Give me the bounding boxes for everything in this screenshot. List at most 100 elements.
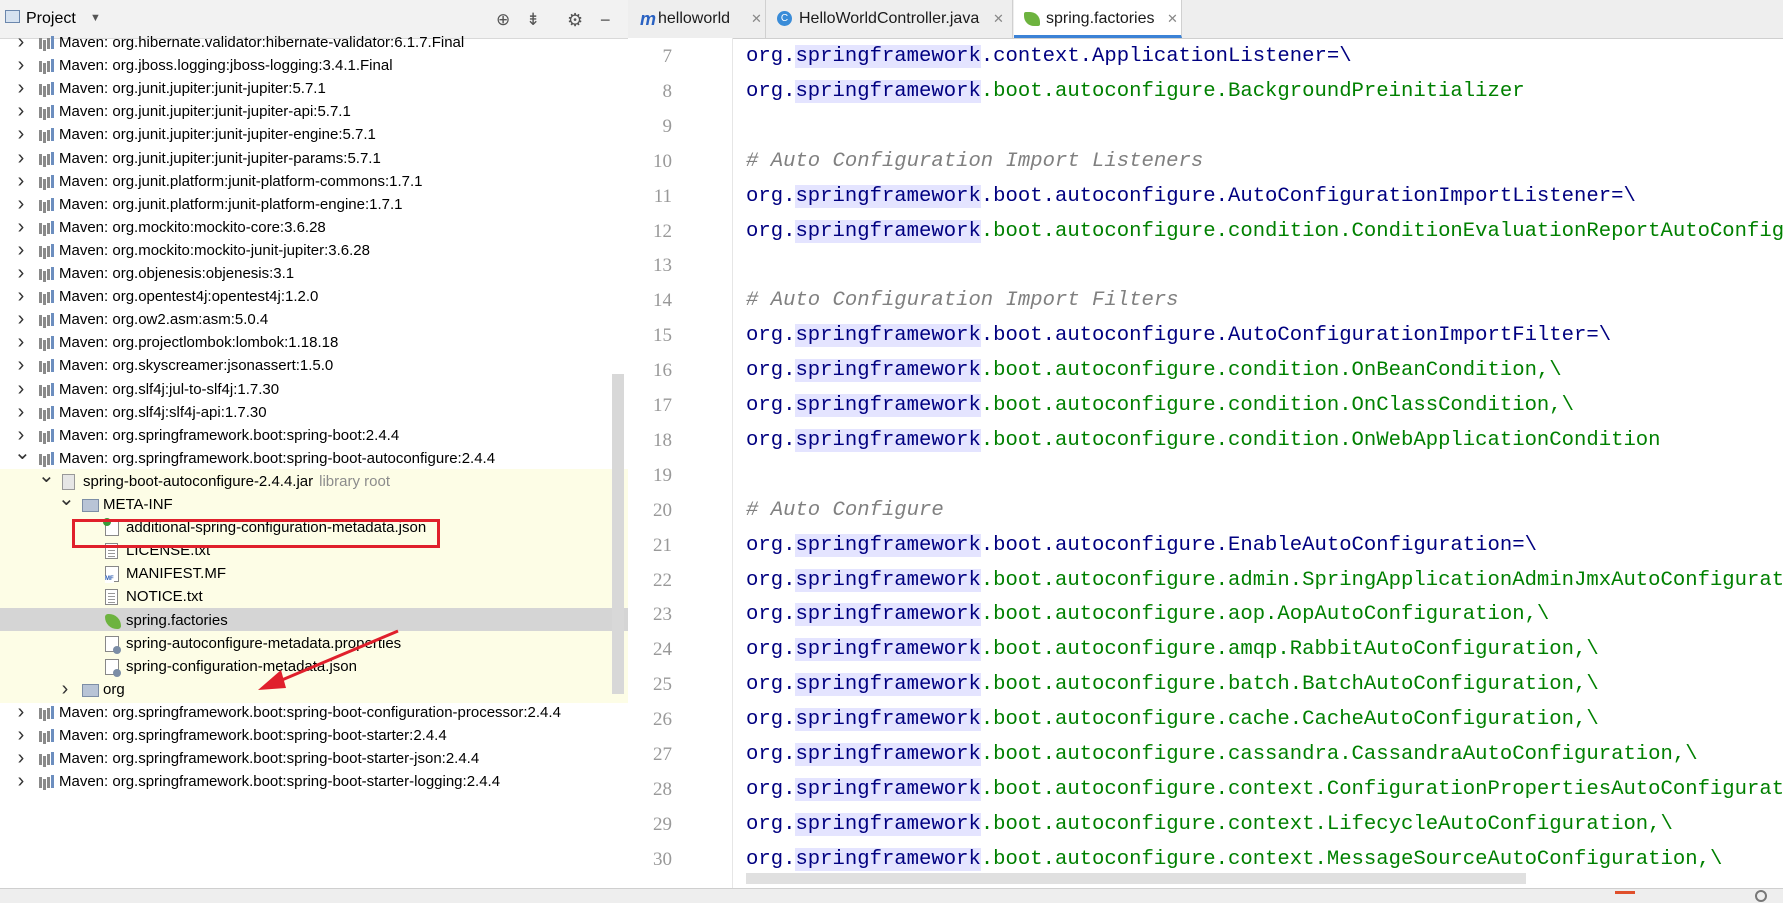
- code-editor[interactable]: org.springframework.context.ApplicationL…: [746, 38, 1783, 888]
- tree-item[interactable]: › org: [0, 676, 628, 703]
- tree-item[interactable]: › Maven: org.junit.platform:junit-platfor…: [0, 169, 628, 195]
- tree-item[interactable]: spring.factories: [0, 607, 628, 634]
- chevron-right-icon[interactable]: ›: [14, 98, 28, 124]
- chevron-right-icon[interactable]: ›: [14, 260, 28, 286]
- chevron-right-icon[interactable]: ›: [14, 352, 28, 378]
- tab-spring-factories[interactable]: spring.factories ✕: [1014, 0, 1182, 38]
- minimize-icon[interactable]: −: [600, 10, 611, 31]
- line-number: 24: [653, 639, 672, 661]
- tree-item[interactable]: › Maven: org.slf4j:slf4j-api:1.7.30: [0, 400, 628, 426]
- tree-item[interactable]: › Maven: org.ow2.asm:asm:5.0.4: [0, 307, 628, 333]
- tab-helloworldcontroller[interactable]: C HelloWorldController.java ✕: [767, 0, 1013, 38]
- locate-target-icon[interactable]: ⊕: [496, 10, 510, 30]
- tree-item[interactable]: › Maven: org.junit.jupiter:junit-jupiter:…: [0, 76, 628, 102]
- chevron-right-icon[interactable]: ›: [14, 376, 28, 402]
- tree-item[interactable]: › Maven: org.mockito:mockito-core:3.6.28: [0, 215, 628, 241]
- code-line[interactable]: org.springframework.boot.autoconfigure.c…: [746, 214, 1783, 249]
- tree-item[interactable]: › Maven: org.junit.jupiter:junit-jupiter-…: [0, 146, 628, 172]
- code-line[interactable]: org.springframework.boot.autoconfigure.c…: [746, 842, 1722, 877]
- tree-item[interactable]: › Maven: org.springframework.boot:spring-…: [0, 423, 628, 449]
- tree-item[interactable]: › Maven: org.slf4j:jul-to-slf4j:1.7.30: [0, 377, 628, 403]
- collapse-all-icon[interactable]: ⇟: [526, 10, 540, 30]
- tree-item[interactable]: › Maven: org.hibernate.validator:hibernat…: [0, 30, 628, 56]
- chevron-right-icon[interactable]: ›: [14, 399, 28, 425]
- tree-item[interactable]: › Maven: org.projectlombok:lombok:1.18.18: [0, 330, 628, 356]
- status-circle-icon[interactable]: [1755, 890, 1767, 902]
- tree-item[interactable]: spring-configuration-metadata.json: [0, 653, 628, 680]
- code-line[interactable]: # Auto Configuration Import Listeners: [746, 144, 1203, 179]
- tree-item[interactable]: MANIFEST.MF: [0, 561, 628, 588]
- tree-item[interactable]: › Maven: org.junit.jupiter:junit-jupiter-…: [0, 122, 628, 148]
- chevron-down-icon[interactable]: ⌄: [38, 463, 55, 489]
- tree-item[interactable]: › Maven: org.junit.platform:junit-platfor…: [0, 192, 628, 218]
- chevron-right-icon[interactable]: ›: [14, 145, 28, 171]
- chevron-right-icon[interactable]: ›: [14, 75, 28, 101]
- chevron-down-icon[interactable]: ⌄: [58, 486, 75, 512]
- tree-item[interactable]: ⌄ META-INF: [0, 488, 628, 518]
- chevron-right-icon[interactable]: ›: [14, 168, 28, 194]
- code-token-highlighted: springframework: [795, 394, 981, 417]
- tree-item[interactable]: › Maven: org.skyscreamer:jsonassert:1.5.0: [0, 353, 628, 379]
- tree-item[interactable]: › Maven: org.objenesis:objenesis:3.1: [0, 261, 628, 287]
- tree-item[interactable]: spring-autoconfigure-metadata.properties: [0, 630, 628, 657]
- tree-item[interactable]: › Maven: org.springframework.boot:spring-…: [0, 769, 628, 795]
- tree-item[interactable]: › Maven: org.mockito:mockito-junit-jupite…: [0, 238, 628, 264]
- code-line[interactable]: org.springframework.boot.autoconfigure.A…: [746, 179, 1636, 214]
- tree-item[interactable]: › Maven: org.springframework.boot:spring-…: [0, 700, 628, 726]
- code-line[interactable]: org.springframework.context.ApplicationL…: [746, 39, 1352, 74]
- close-icon[interactable]: ✕: [751, 0, 762, 38]
- project-view-selector[interactable]: Project: [26, 10, 76, 28]
- tree-item[interactable]: › Maven: org.springframework.boot:spring-…: [0, 723, 628, 749]
- tree-item[interactable]: › Maven: org.junit.jupiter:junit-jupiter-…: [0, 99, 628, 125]
- editor-horizontal-scrollbar[interactable]: [746, 873, 1526, 884]
- tree-scrollbar[interactable]: [612, 374, 624, 694]
- code-line[interactable]: org.springframework.boot.autoconfigure.b…: [746, 667, 1599, 702]
- tree-item[interactable]: ⌄ Maven: org.springframework.boot:spring-…: [0, 442, 628, 472]
- gear-icon[interactable]: ⚙: [567, 10, 583, 31]
- chevron-right-icon[interactable]: ›: [14, 52, 28, 78]
- code-line[interactable]: org.springframework.boot.autoconfigure.B…: [746, 74, 1525, 109]
- code-line[interactable]: org.springframework.boot.autoconfigure.E…: [746, 528, 1537, 563]
- chevron-down-icon[interactable]: ⌄: [14, 440, 31, 466]
- chevron-right-icon[interactable]: ›: [58, 676, 72, 702]
- code-line[interactable]: org.springframework.boot.autoconfigure.c…: [746, 772, 1783, 807]
- code-token: org.: [746, 428, 796, 452]
- chevron-right-icon[interactable]: ›: [14, 329, 28, 355]
- chevron-right-icon[interactable]: ›: [14, 699, 28, 725]
- code-line[interactable]: org.springframework.boot.autoconfigure.c…: [746, 353, 1562, 388]
- close-icon[interactable]: ✕: [993, 0, 1004, 38]
- tree-item-label: Maven: org.junit.jupiter:junit-jupiter:5…: [59, 80, 326, 98]
- chevron-right-icon[interactable]: ›: [14, 29, 28, 55]
- code-line[interactable]: # Auto Configure: [746, 493, 944, 528]
- code-line[interactable]: org.springframework.boot.autoconfigure.c…: [746, 702, 1599, 737]
- chevron-right-icon[interactable]: ›: [14, 283, 28, 309]
- chevron-right-icon[interactable]: ›: [14, 745, 28, 771]
- tree-item[interactable]: › Maven: org.springframework.boot:spring-…: [0, 746, 628, 772]
- code-line[interactable]: org.springframework.boot.autoconfigure.c…: [746, 388, 1574, 423]
- chevron-right-icon[interactable]: ›: [14, 722, 28, 748]
- code-line[interactable]: org.springframework.boot.autoconfigure.c…: [746, 423, 1661, 458]
- code-dot: .: [980, 324, 994, 348]
- code-line[interactable]: org.springframework.boot.autoconfigure.A…: [746, 318, 1611, 353]
- code-line[interactable]: org.springframework.boot.autoconfigure.a…: [746, 563, 1783, 598]
- tree-item[interactable]: › Maven: org.jboss.logging:jboss-logging:…: [0, 53, 628, 79]
- code-line[interactable]: org.springframework.boot.autoconfigure.a…: [746, 632, 1599, 667]
- chevron-right-icon[interactable]: ›: [14, 237, 28, 263]
- chevron-right-icon[interactable]: ›: [14, 306, 28, 332]
- chevron-down-icon[interactable]: ▼: [90, 12, 101, 24]
- chevron-right-icon[interactable]: ›: [14, 191, 28, 217]
- tree-item[interactable]: › Maven: org.opentest4j:opentest4j:1.2.0: [0, 284, 628, 310]
- chevron-right-icon[interactable]: ›: [14, 121, 28, 147]
- tree-item[interactable]: NOTICE.txt: [0, 584, 628, 611]
- code-line[interactable]: # Auto Configuration Import Filters: [746, 283, 1179, 318]
- code-token-highlighted: springframework: [795, 847, 981, 871]
- chevron-right-icon[interactable]: ›: [14, 768, 28, 794]
- code-line[interactable]: org.springframework.boot.autoconfigure.c…: [746, 737, 1698, 772]
- chevron-right-icon[interactable]: ›: [14, 214, 28, 240]
- close-icon[interactable]: ✕: [1167, 0, 1178, 35]
- library-icon: [38, 313, 54, 327]
- tree-item[interactable]: ⌄ spring-boot-autoconfigure-2.4.4.jar libr…: [0, 465, 628, 495]
- tab-helloworld[interactable]: m helloworld ✕: [632, 0, 766, 38]
- code-line[interactable]: org.springframework.boot.autoconfigure.c…: [746, 807, 1673, 842]
- code-line[interactable]: org.springframework.boot.autoconfigure.a…: [746, 597, 1549, 632]
